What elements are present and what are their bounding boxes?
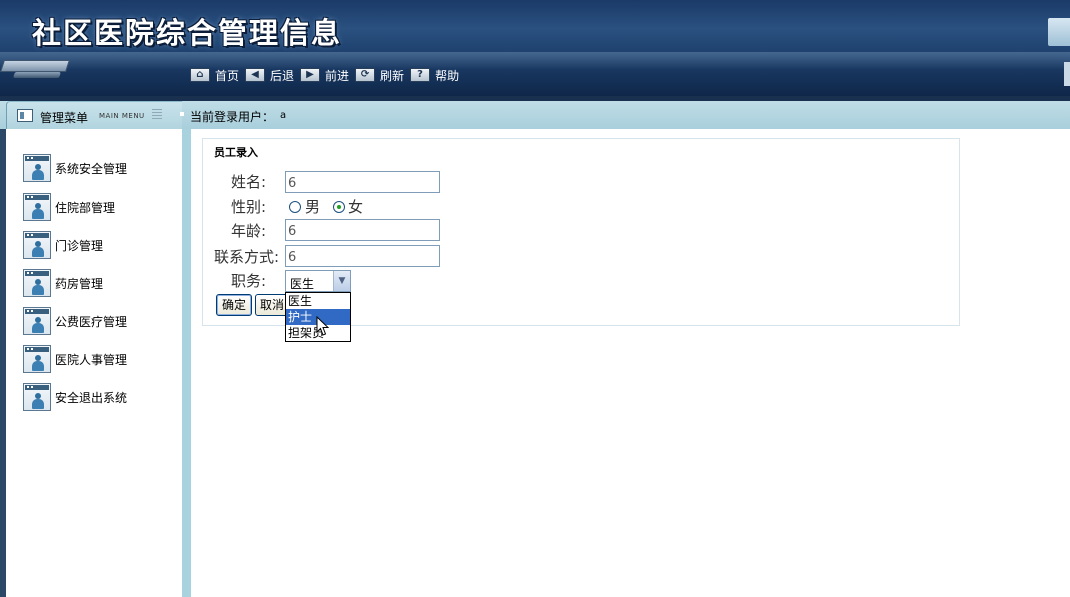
menu-header: 管理菜单 MAIN MENU <box>6 101 182 129</box>
gender-male-radio[interactable] <box>289 201 301 213</box>
sidebar-item-label: 公费医疗管理 <box>55 314 128 329</box>
user-window-icon <box>23 345 51 373</box>
contact-input[interactable] <box>285 245 440 267</box>
sidebar-item-inpatient[interactable]: 住院部管理 <box>23 192 115 222</box>
sidebar-item-outpatient[interactable]: 门诊管理 <box>23 230 103 260</box>
gender-label: 性别: <box>231 198 267 216</box>
monitor-icon <box>0 58 74 82</box>
current-user-value: a <box>280 110 287 121</box>
home-icon: ⌂ <box>190 68 210 82</box>
toolbar-home-button[interactable]: ⌂ 首页 <box>190 67 239 84</box>
user-window-icon <box>23 154 51 182</box>
gender-male-label: 男 <box>305 198 321 216</box>
bullet-icon <box>180 112 184 116</box>
sidebar-item-label: 药房管理 <box>55 276 104 291</box>
sidebar-item-label: 系统安全管理 <box>55 161 128 176</box>
position-select-value: 医生 <box>290 277 315 291</box>
sidebar-item-label: 医院人事管理 <box>55 352 128 367</box>
toolbar-back-label: 后退 <box>270 68 295 83</box>
name-label: 姓名: <box>231 173 267 191</box>
app-title: 社区医院综合管理信息 <box>32 16 343 50</box>
forward-icon: ▶ <box>300 68 321 82</box>
sidebar-item-system-security[interactable]: 系统安全管理 <box>23 153 127 183</box>
header-banner: 社区医院综合管理信息 ⌂ 首页 ◀ 后退 ▶ 前进 ⟳ 刷新 ? 帮助 <box>0 0 1070 96</box>
position-label: 职务: <box>231 272 267 290</box>
toolbar-refresh-button[interactable]: ⟳ 刷新 <box>355 67 404 84</box>
monitor-base <box>13 72 61 78</box>
mouse-cursor-icon <box>316 316 330 336</box>
help-icon: ? <box>410 68 431 82</box>
menu-lines-icon <box>152 109 162 120</box>
menu-title: 管理菜单 <box>40 111 89 125</box>
sidebar-item-label: 住院部管理 <box>55 200 116 215</box>
monitor-screen <box>0 60 70 72</box>
header-decoration-strip <box>1064 62 1070 86</box>
toolbar: ⌂ 首页 ◀ 后退 ▶ 前进 ⟳ 刷新 ? 帮助 <box>190 66 465 84</box>
contact-label: 联系方式: <box>214 248 280 266</box>
user-window-icon <box>23 193 51 221</box>
gender-female-radio[interactable] <box>333 201 345 213</box>
sidebar-item-pharmacy[interactable]: 药房管理 <box>23 268 103 298</box>
user-window-icon <box>23 269 51 297</box>
toolbar-help-button[interactable]: ? 帮助 <box>410 67 459 84</box>
header-glow <box>0 52 1070 70</box>
sidebar: 系统安全管理 住院部管理 门诊管理 药房管理 公费医疗管理 医院人事管理 安全退… <box>6 129 182 597</box>
user-window-icon <box>23 383 51 411</box>
sidebar-item-hr[interactable]: 医院人事管理 <box>23 344 127 374</box>
app-window: 社区医院综合管理信息 ⌂ 首页 ◀ 后退 ▶ 前进 ⟳ 刷新 ? 帮助 管理菜单… <box>0 0 1070 597</box>
header-decoration <box>1048 18 1070 46</box>
gender-female-label: 女 <box>348 198 364 216</box>
name-input[interactable] <box>285 171 440 193</box>
user-window-icon <box>23 307 51 335</box>
toolbar-forward-button[interactable]: ▶ 前进 <box>300 67 349 84</box>
sidebar-item-public-medical[interactable]: 公费医疗管理 <box>23 306 127 336</box>
back-icon: ◀ <box>245 68 266 82</box>
toolbar-refresh-label: 刷新 <box>380 68 405 83</box>
toolbar-help-label: 帮助 <box>435 68 460 83</box>
refresh-icon: ⟳ <box>355 68 376 82</box>
info-bar: 管理菜单 MAIN MENU 当前登录用户： a <box>0 101 1070 129</box>
sidebar-divider <box>182 129 191 597</box>
age-input[interactable] <box>285 219 440 241</box>
toolbar-home-label: 首页 <box>215 68 240 83</box>
chevron-down-icon[interactable]: ▼ <box>333 271 350 291</box>
menu-subtitle: MAIN MENU <box>99 112 145 120</box>
menu-icon <box>17 109 33 122</box>
position-select[interactable]: 医生 ▼ <box>285 270 351 292</box>
toolbar-back-button[interactable]: ◀ 后退 <box>245 67 294 84</box>
panel-title: 员工录入 <box>214 146 258 159</box>
sidebar-item-label: 门诊管理 <box>55 238 104 253</box>
current-user-label: 当前登录用户： <box>190 110 275 124</box>
cancel-button[interactable]: 取消 <box>255 294 289 316</box>
sidebar-item-label: 安全退出系统 <box>55 390 128 405</box>
age-label: 年龄: <box>231 222 267 240</box>
user-window-icon <box>23 231 51 259</box>
confirm-button[interactable]: 确定 <box>216 294 252 316</box>
toolbar-forward-label: 前进 <box>325 68 350 83</box>
position-option-doctor[interactable]: 医生 <box>286 293 350 309</box>
sidebar-item-logout[interactable]: 安全退出系统 <box>23 382 127 412</box>
